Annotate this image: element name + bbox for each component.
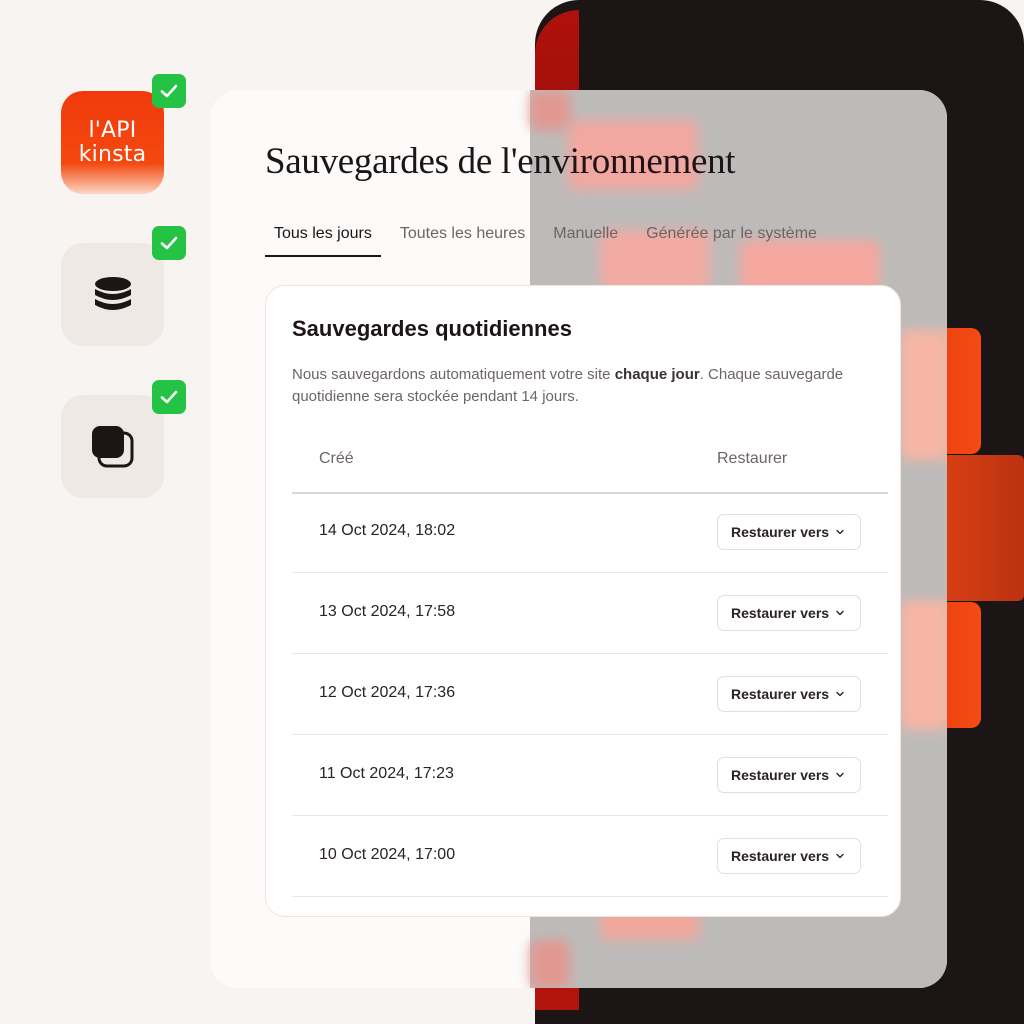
column-restore: Restaurer: [717, 450, 788, 467]
backup-date: 13 Oct 2024, 17:58: [319, 603, 456, 620]
stacked-squares-icon: [91, 425, 133, 467]
restore-to-dropdown[interactable]: Restaurer vers: [717, 595, 861, 631]
checkmark-icon: [152, 74, 186, 108]
backup-date: 14 Oct 2024, 18:02: [319, 522, 456, 539]
restore-label: Restaurer vers: [731, 848, 830, 864]
restore-to-dropdown[interactable]: Restaurer vers: [717, 757, 861, 793]
restore-to-dropdown[interactable]: Restaurer vers: [717, 514, 861, 550]
panel-description: Nous sauvegardons automatiquement votre …: [292, 364, 882, 408]
api-logo-text: l'API kinsta: [78, 117, 147, 167]
blur-highlight: [900, 600, 947, 730]
backups-card: Sauvegardes de l'environnement Tous les …: [210, 90, 947, 988]
kinsta-api-app-icon: l'API kinsta: [61, 91, 164, 194]
restore-label: Restaurer vers: [731, 524, 830, 540]
database-icon: [94, 276, 131, 310]
description-text: Nous sauvegardons automatiquement votre …: [292, 366, 615, 383]
backups-table: 14 Oct 2024, 18:02 Restaurer vers 13 Oct…: [292, 492, 888, 897]
blur-highlight: [900, 330, 947, 460]
checkmark-icon: [152, 226, 186, 260]
table-row: 14 Oct 2024, 18:02 Restaurer vers: [292, 492, 888, 573]
copy-app-icon: [61, 395, 164, 498]
restore-to-dropdown[interactable]: Restaurer vers: [717, 676, 861, 712]
page-title: Sauvegardes de l'environnement: [265, 141, 736, 182]
daily-backups-panel: Sauvegardes quotidiennes Nous sauvegardo…: [265, 285, 901, 917]
backup-date: 12 Oct 2024, 17:36: [319, 684, 456, 701]
table-header: Créé Restaurer: [292, 446, 888, 494]
blur-highlight: [530, 940, 570, 988]
backup-type-tabs: Tous les jours Toutes les heures Manuell…: [265, 225, 836, 257]
backup-date: 10 Oct 2024, 17:00: [319, 846, 456, 863]
chevron-down-icon: [836, 772, 844, 778]
blur-highlight: [530, 90, 570, 130]
tab-system-generated[interactable]: Générée par le système: [637, 225, 826, 257]
chevron-down-icon: [836, 529, 844, 535]
checkmark-icon: [152, 380, 186, 414]
chevron-down-icon: [836, 691, 844, 697]
database-app-icon: [61, 243, 164, 346]
description-emphasis: chaque jour: [614, 366, 700, 383]
backup-date: 11 Oct 2024, 17:23: [319, 765, 454, 782]
table-row: 13 Oct 2024, 17:58 Restaurer vers: [292, 573, 888, 654]
tab-manual[interactable]: Manuelle: [544, 225, 627, 257]
restore-label: Restaurer vers: [731, 767, 830, 783]
chevron-down-icon: [836, 610, 844, 616]
table-row: 11 Oct 2024, 17:23 Restaurer vers: [292, 735, 888, 816]
tab-hourly[interactable]: Toutes les heures: [391, 225, 534, 257]
tab-daily[interactable]: Tous les jours: [265, 225, 381, 257]
panel-title: Sauvegardes quotidiennes: [292, 316, 572, 341]
api-logo-line1: l'API: [88, 117, 137, 143]
table-row: 12 Oct 2024, 17:36 Restaurer vers: [292, 654, 888, 735]
column-created: Créé: [319, 450, 354, 467]
api-logo-line2: kinsta: [78, 141, 147, 167]
table-row: 10 Oct 2024, 17:00 Restaurer vers: [292, 816, 888, 897]
restore-label: Restaurer vers: [731, 605, 830, 621]
chevron-down-icon: [836, 853, 844, 859]
restore-label: Restaurer vers: [731, 686, 830, 702]
restore-to-dropdown[interactable]: Restaurer vers: [717, 838, 861, 874]
